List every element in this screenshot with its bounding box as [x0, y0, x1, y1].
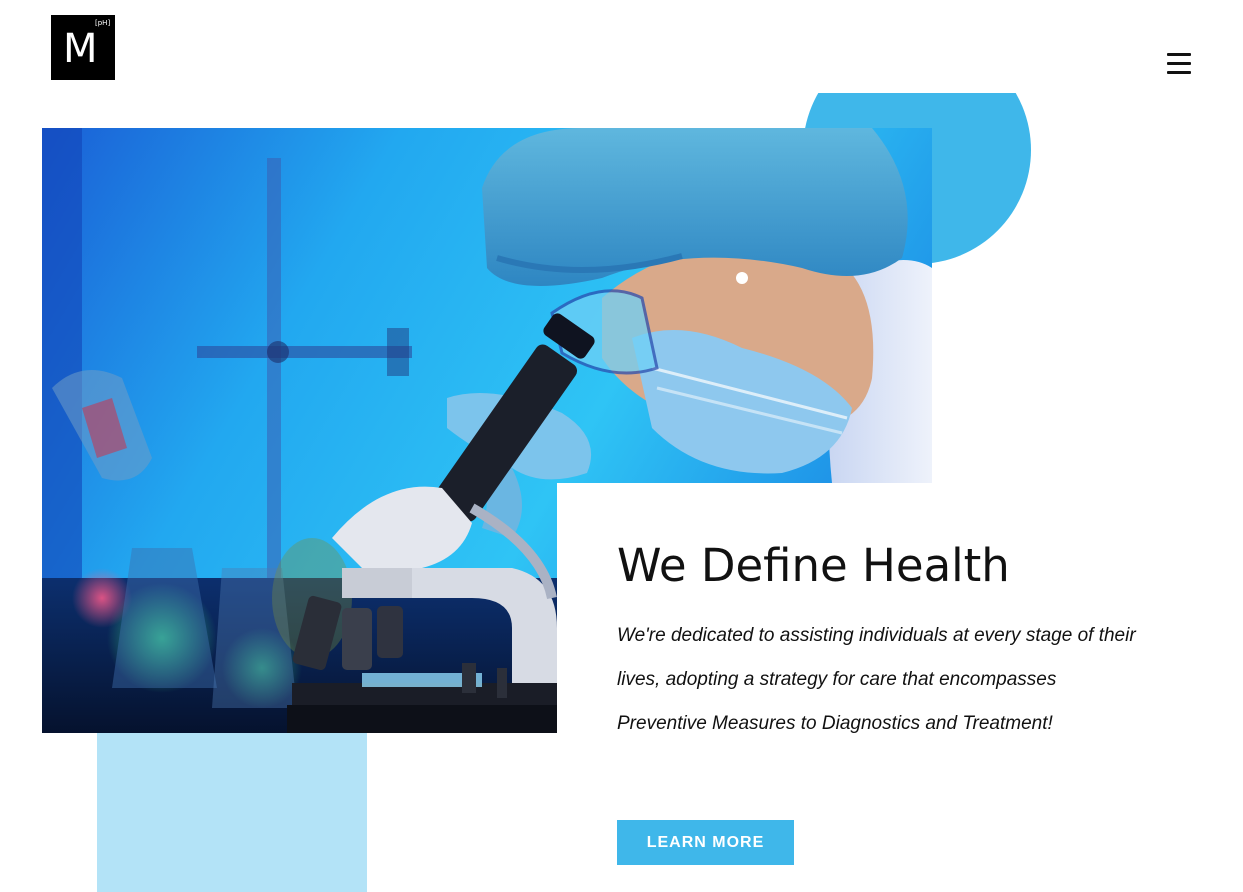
hero-headline: We Define Health — [617, 539, 1010, 592]
logo-letter: M — [63, 26, 98, 72]
hamburger-menu-icon[interactable] — [1164, 50, 1194, 78]
page: M [pH] We Define Health We're dedicated … — [0, 0, 1243, 892]
hero-tagline: We're dedicated to assisting individuals… — [617, 625, 1136, 734]
header-background — [780, 0, 1060, 93]
learn-more-button[interactable]: LEARN MORE — [617, 820, 794, 865]
menu-bar — [1167, 71, 1191, 74]
menu-bar — [1167, 53, 1191, 56]
logo[interactable]: M [pH] — [51, 15, 115, 80]
logo-superscript: [pH] — [95, 19, 111, 27]
menu-bar — [1167, 62, 1191, 65]
